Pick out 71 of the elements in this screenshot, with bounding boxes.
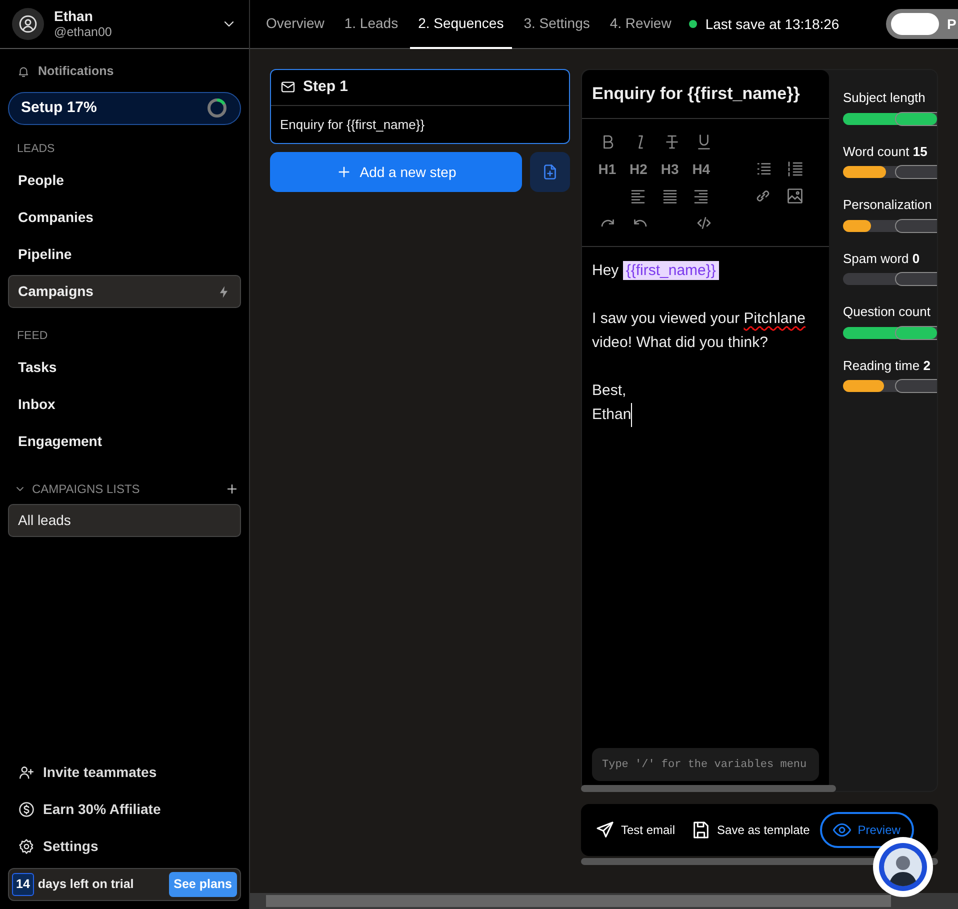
- days-count: 14: [12, 873, 34, 896]
- metric-label: Spam word 0: [843, 250, 921, 268]
- user-icon: [18, 14, 38, 34]
- numbered-list-icon[interactable]: [786, 160, 804, 178]
- align-left-icon[interactable]: [629, 187, 648, 205]
- heading-button[interactable]: H2: [627, 158, 650, 180]
- scrollbar[interactable]: [250, 893, 958, 909]
- avatar-silhouette-icon: [877, 841, 929, 893]
- add-user-icon: [18, 764, 35, 782]
- list-section-heading[interactable]: CAMPAIGNS LISTS: [14, 480, 140, 498]
- add-file-button[interactable]: [530, 152, 570, 192]
- sidebar-item[interactable]: Pipeline: [8, 238, 241, 271]
- user-name: Ethan: [54, 8, 94, 25]
- step-title: Step 1: [303, 77, 348, 97]
- image-icon[interactable]: [786, 187, 804, 205]
- action-button[interactable]: Test email: [589, 816, 682, 844]
- tab[interactable]: 2. Sequences: [410, 0, 512, 49]
- send-icon: [595, 820, 615, 840]
- list-item[interactable]: All leads: [8, 504, 241, 538]
- tab[interactable]: 1. Leads: [336, 0, 406, 49]
- sidebar-item[interactable]: Companies: [8, 201, 241, 234]
- email-subject[interactable]: Enquiry for {{first_name}}: [582, 70, 829, 118]
- metric-label: Question count: [843, 303, 932, 321]
- mail-icon: [280, 79, 296, 96]
- sidebar-link[interactable]: Settings: [0, 831, 249, 862]
- scrollbar[interactable]: [581, 785, 836, 792]
- toggle-switch[interactable]: P: [886, 9, 958, 39]
- user-handle: @ethan00: [54, 25, 113, 40]
- progress-ring: [206, 97, 228, 120]
- sidebar-item[interactable]: Tasks: [8, 351, 241, 384]
- body-text: Best,: [592, 380, 628, 400]
- tab[interactable]: 3. Settings: [516, 0, 598, 49]
- trial-text: days left on trial: [38, 876, 134, 894]
- sidebar-item[interactable]: People: [8, 164, 241, 197]
- settings-icon: [18, 838, 35, 856]
- body-text: Hey {{first_name}}: [592, 258, 819, 282]
- heading-button[interactable]: H4: [690, 158, 712, 180]
- save-icon: [691, 820, 712, 840]
- heading-button[interactable]: H3: [658, 158, 681, 180]
- file-plus-icon: [541, 163, 559, 181]
- step-card[interactable]: Step 1 Enquiry for {{first_name}}: [270, 69, 570, 144]
- heading-button[interactable]: H1: [596, 158, 618, 180]
- code-icon[interactable]: [694, 214, 712, 232]
- align-right-icon[interactable]: [692, 187, 710, 205]
- save-status: Last save at 13:18:26: [705, 14, 840, 34]
- body-text: I saw you viewed your Pitchlane video! What did you think?: [592, 308, 806, 352]
- tab[interactable]: Overview: [258, 0, 332, 49]
- add-step-button[interactable]: Add a new step: [270, 152, 522, 192]
- sidebar-item[interactable]: Inbox: [8, 388, 241, 422]
- setup-progress-button[interactable]: Setup 17%: [8, 92, 241, 125]
- section-heading: FEED: [16, 329, 49, 344]
- tab[interactable]: 4. Review: [602, 0, 680, 49]
- align-center-icon[interactable]: [660, 187, 679, 205]
- sidebar-link[interactable]: Earn 30% Affiliate: [0, 794, 249, 826]
- step-subject: Enquiry for {{first_name}}: [279, 116, 426, 134]
- section-heading: LEADS: [16, 142, 56, 157]
- metric-label: Personalization: [843, 196, 933, 214]
- sidebar-link[interactable]: Invite teammates: [0, 757, 249, 788]
- avatar[interactable]: [12, 8, 44, 40]
- bell-icon: [17, 64, 30, 78]
- action-button[interactable]: Save as template: [685, 816, 816, 844]
- sidebar-item[interactable]: Engagement: [8, 425, 241, 458]
- metric-label: Reading time 2: [843, 356, 932, 375]
- plus-icon[interactable]: [225, 482, 239, 496]
- metric-label: Word count 15: [843, 142, 928, 160]
- body-text: Ethan: [592, 402, 632, 426]
- sidebar-item[interactable]: Campaigns: [8, 275, 241, 308]
- dollar-icon: [18, 801, 35, 818]
- notifications-link[interactable]: Notifications: [0, 57, 249, 86]
- variables-input[interactable]: Type '/' for the variables menu: [592, 748, 819, 781]
- metric-label: Subject length: [843, 89, 926, 107]
